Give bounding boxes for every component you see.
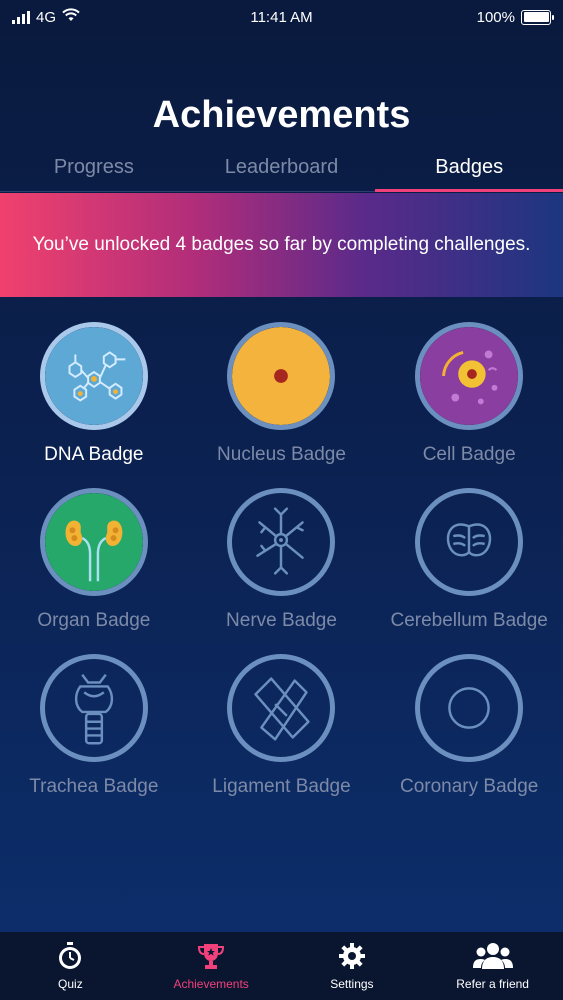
badge-label: Nucleus Badge (217, 444, 346, 465)
nucleus-icon (227, 322, 336, 430)
signal-icon (12, 10, 30, 24)
status-left: 4G (12, 8, 80, 26)
kidney-icon (39, 488, 148, 596)
nav-refer-friend[interactable]: Refer a friend (422, 932, 563, 1000)
badge-cell[interactable]: Cell Badge (375, 322, 563, 466)
info-banner: You’ve unlocked 4 badges so far by compl… (0, 193, 563, 297)
nav-quiz[interactable]: Quiz (0, 932, 141, 1000)
badge-label: Cell Badge (422, 444, 516, 465)
nav-settings[interactable]: Settings (282, 932, 423, 1000)
cerebellum-icon (415, 488, 524, 596)
cell-icon (415, 322, 524, 430)
carrier-label: 4G (36, 8, 57, 26)
trachea-icon (39, 654, 148, 762)
bottom-nav: Quiz Achievements Settings Refer a frien… (0, 932, 563, 1000)
neuron-icon (227, 488, 336, 596)
nav-label: Quiz (58, 977, 83, 991)
badge-trachea[interactable]: Trachea Badge (0, 654, 188, 798)
badge-label: Organ Badge (37, 610, 151, 631)
status-bar: 4G 11:41 AM 100% (0, 0, 563, 34)
badge-organ[interactable]: Organ Badge (0, 488, 188, 632)
trophy-icon (196, 941, 226, 971)
badge-nucleus[interactable]: Nucleus Badge (188, 322, 376, 466)
tab-bar: Progress Leaderboard Badges (0, 150, 563, 192)
people-icon (472, 941, 513, 971)
nav-achievements[interactable]: Achievements (141, 932, 282, 1000)
badge-label: Cerebellum Badge (390, 610, 548, 631)
tab-badges[interactable]: Badges (375, 150, 563, 192)
badge-ligament[interactable]: Ligament Badge (188, 654, 376, 798)
banner-text: You’ve unlocked 4 badges so far by compl… (32, 234, 531, 255)
ligament-icon (227, 654, 336, 762)
battery-icon (521, 9, 554, 25)
badge-label: Ligament Badge (212, 776, 351, 797)
nav-label: Achievements (173, 977, 249, 991)
dna-icon (39, 322, 148, 430)
badge-dna[interactable]: DNA Badge (0, 322, 188, 466)
status-right: 100% (476, 8, 554, 26)
wifi-icon (62, 8, 80, 26)
badge-label: Coronary Badge (399, 776, 539, 797)
nav-label: Settings (330, 977, 374, 991)
badge-cerebellum[interactable]: Cerebellum Badge (375, 488, 563, 632)
battery-percent: 100% (476, 8, 515, 26)
badge-coronary[interactable]: Coronary Badge (375, 654, 563, 798)
tab-progress[interactable]: Progress (0, 150, 188, 191)
badge-label: DNA Badge (44, 444, 144, 465)
gear-icon (337, 941, 367, 971)
page-title: Achievements (152, 94, 411, 136)
badge-label: Trachea Badge (29, 776, 159, 797)
tab-leaderboard[interactable]: Leaderboard (188, 150, 376, 191)
badge-grid: DNA Badge Nucleus Badge Cell Badge Organ… (0, 322, 563, 798)
badge-label: Nerve Badge (226, 610, 337, 631)
nav-label: Refer a friend (456, 977, 529, 991)
badge-nerve[interactable]: Nerve Badge (188, 488, 376, 632)
stopwatch-icon (55, 941, 85, 971)
coronary-icon (415, 654, 524, 762)
